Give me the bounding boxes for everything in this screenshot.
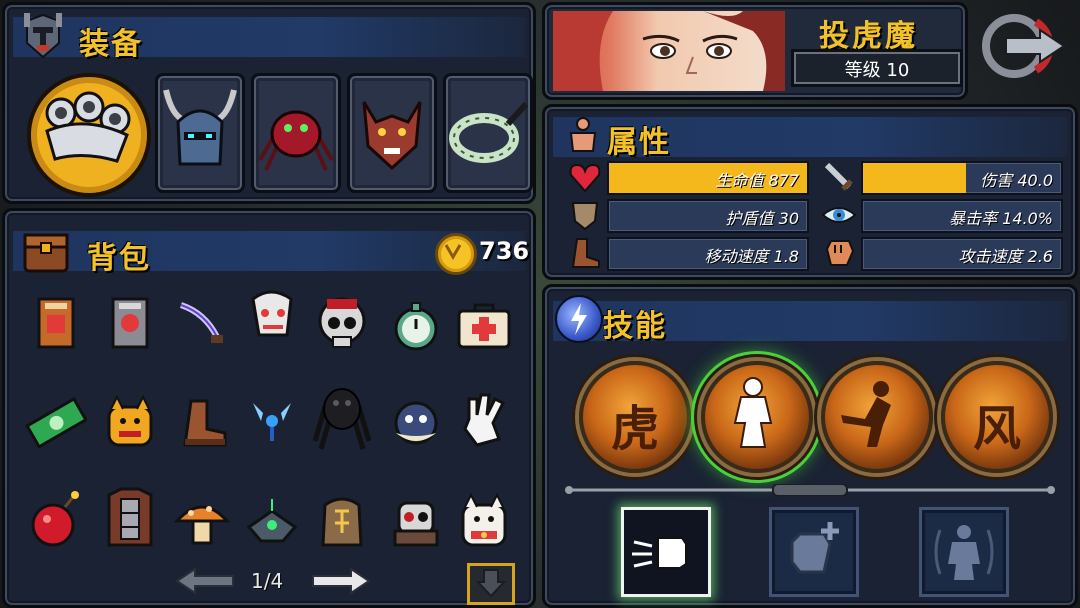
exit-button[interactable]	[978, 8, 1070, 86]
download-arrow-icon	[475, 569, 507, 598]
bag-item-clown-head[interactable]	[241, 285, 303, 347]
attack-speed-bar: 攻击速度 2.6	[861, 237, 1063, 271]
shield-icon	[567, 197, 603, 233]
skill-orb-tiger-glyph: 虎	[610, 401, 659, 457]
bone-ring-icon	[449, 101, 529, 163]
skill-orb-wind-glyph: 风	[972, 401, 1021, 457]
coin-count: 736	[479, 237, 530, 265]
fist-plus-icon	[790, 522, 839, 574]
brass-knuckles-icon	[45, 91, 131, 163]
body-icon	[565, 117, 601, 155]
bag-title: 背包	[87, 241, 151, 276]
equipment-title: 装备	[79, 27, 143, 62]
crit-label: 暴击率 14.0%	[949, 209, 1053, 228]
heart-icon	[567, 159, 603, 195]
coin-icon	[435, 233, 477, 275]
attack-speed-label: 攻击速度 2.6	[958, 247, 1053, 266]
skill-orb-kick[interactable]	[821, 361, 933, 473]
skills-panel: 技能 虎 风	[542, 284, 1078, 608]
sword-icon	[821, 159, 857, 195]
spider-pet-icon	[258, 110, 334, 171]
damage-label: 伤害 40.0	[980, 171, 1053, 190]
level-box: 等级 10	[791, 49, 963, 87]
bag-item-skull-book[interactable]	[99, 293, 161, 355]
accessory-slot[interactable]	[443, 73, 533, 193]
bag-item-potion-book[interactable]	[25, 293, 87, 355]
skills-divider	[563, 481, 1057, 497]
bag-item-first-aid-kit[interactable]	[453, 295, 515, 357]
bag-item-fairy[interactable]	[241, 391, 303, 453]
pet-slot[interactable]	[251, 73, 341, 193]
bag-item-dagger[interactable]	[171, 293, 233, 355]
wolf-mask-icon	[362, 101, 422, 171]
skill-orb-wind[interactable]: 风	[941, 361, 1053, 473]
skills-title: 技能	[603, 309, 667, 344]
bag-item-white-glove[interactable]	[453, 389, 515, 451]
damage-bar: 伤害 40.0	[861, 161, 1063, 195]
bag-item-boot[interactable]	[171, 391, 233, 453]
arrow-right-icon	[312, 567, 371, 595]
character-panel: 投虎魔 等级 10	[542, 2, 968, 100]
skill-orb-tiger[interactable]: 虎	[579, 361, 691, 473]
damage-bar-fill	[863, 163, 966, 193]
eye-icon	[821, 197, 857, 233]
bag-item-bloody-skull[interactable]	[311, 293, 373, 355]
bag-item-bomb[interactable]	[25, 489, 87, 551]
discard-button[interactable]	[467, 563, 515, 605]
horned-helmet-icon	[163, 89, 237, 166]
bag-item-cash[interactable]	[25, 391, 88, 453]
character-portrait	[553, 11, 785, 91]
bag-item-skull-robot[interactable]	[385, 491, 447, 553]
lightning-orb-icon	[555, 295, 603, 343]
bag-panel: 背包 736 1/4	[2, 208, 536, 608]
skill-fist-boost-button[interactable]	[769, 507, 859, 597]
skill-figure-button[interactable]	[919, 507, 1009, 597]
level-text: 等级 10	[844, 60, 910, 81]
helmet-slot[interactable]	[155, 73, 245, 193]
bag-item-lucky-cat[interactable]	[99, 391, 161, 453]
kick-figure-icon	[841, 381, 891, 447]
bag-item-mushroom[interactable]	[171, 491, 233, 553]
page-indicator: 1/4	[251, 569, 284, 593]
exit-arrow-icon	[982, 14, 1066, 78]
mask-slot[interactable]	[347, 73, 437, 193]
standing-figure-icon	[733, 377, 773, 448]
fist-icon	[821, 235, 857, 271]
prev-page-button[interactable]	[173, 567, 237, 595]
crit-bar: 暴击率 14.0%	[861, 199, 1063, 233]
next-page-button[interactable]	[309, 567, 373, 595]
shield-label: 护盾值 30	[725, 209, 799, 228]
attributes-title: 属性	[607, 125, 671, 160]
bag-item-pocket-watch[interactable]	[385, 295, 447, 357]
punch-icon	[632, 537, 687, 569]
boot-icon	[567, 235, 603, 271]
equipment-panel: 装备	[2, 2, 536, 204]
hp-bar: 生命值 877	[607, 161, 809, 195]
attributes-panel: 属性 生命值 877 伤害 40.0 护盾值 30 暴击率 14.0% 移动速度…	[542, 104, 1078, 280]
bag-item-fortune-cat[interactable]	[453, 491, 515, 553]
arrow-left-icon	[175, 567, 234, 595]
meditate-figure-icon	[934, 525, 994, 580]
bag-item-rune-stone[interactable]	[311, 491, 373, 553]
move-speed-bar: 移动速度 1.8	[607, 237, 809, 271]
weapon-slot[interactable]	[27, 73, 151, 197]
bag-item-pufferfish[interactable]	[385, 391, 447, 453]
helmet-header-icon	[21, 11, 65, 61]
hp-label: 生命值 877	[715, 171, 799, 190]
skill-punch-button[interactable]	[621, 507, 711, 597]
bag-item-drone[interactable]	[241, 491, 303, 553]
backpack-icon	[19, 225, 73, 277]
bag-item-shadow-spider[interactable]	[311, 381, 373, 450]
skill-orb-figure[interactable]	[701, 361, 813, 473]
move-speed-label: 移动速度 1.8	[704, 247, 799, 266]
shield-bar: 护盾值 30	[607, 199, 809, 233]
bag-item-armor-vest[interactable]	[99, 485, 161, 547]
